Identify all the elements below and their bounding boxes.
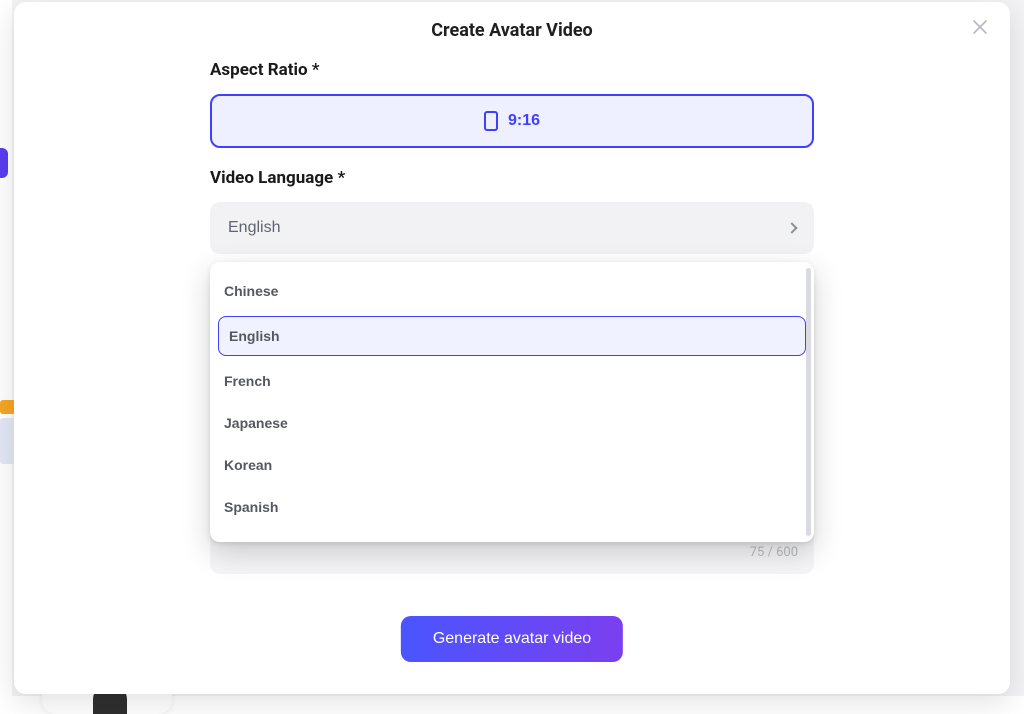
aspect-ratio-option[interactable]: 9:16: [210, 94, 814, 148]
video-language-label: Video Language *: [210, 168, 814, 188]
language-option-spanish[interactable]: Spanish: [210, 486, 814, 528]
language-option-french[interactable]: French: [210, 360, 814, 402]
generate-avatar-button[interactable]: Generate avatar video: [401, 616, 623, 662]
bg-accent-chip: [0, 148, 8, 178]
language-dropdown: Chinese English French Japanese Korean S…: [210, 262, 814, 542]
language-option-chinese[interactable]: Chinese: [210, 270, 814, 312]
language-option-japanese[interactable]: Japanese: [210, 402, 814, 444]
char-counter: 75 / 600: [750, 545, 798, 560]
video-language-value: English: [228, 219, 280, 237]
language-option-korean[interactable]: Korean: [210, 444, 814, 486]
close-icon: [973, 19, 987, 37]
language-option-english[interactable]: English: [218, 316, 806, 356]
close-button[interactable]: [968, 16, 992, 40]
video-language-select[interactable]: English: [210, 202, 814, 254]
chevron-right-icon: [786, 222, 797, 233]
bg-strip: [0, 0, 12, 696]
modal-title: Create Avatar Video: [14, 2, 1010, 41]
portrait-rect-icon: [484, 111, 498, 131]
create-avatar-modal: Create Avatar Video Aspect Ratio * 9:16 …: [14, 2, 1010, 694]
aspect-ratio-label: Aspect Ratio *: [210, 60, 814, 80]
aspect-ratio-value: 9:16: [508, 112, 540, 130]
